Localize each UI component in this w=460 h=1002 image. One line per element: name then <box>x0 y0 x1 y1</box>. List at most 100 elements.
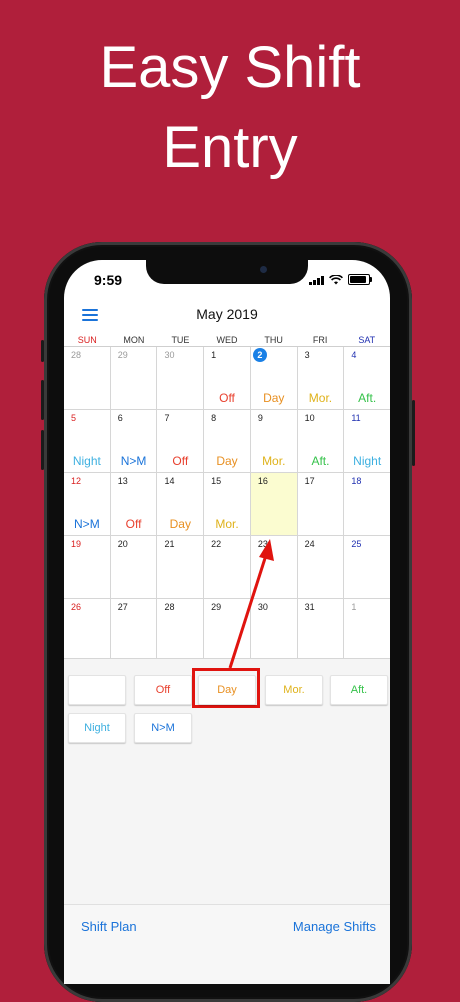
day-number: 24 <box>304 539 315 549</box>
calendar-day-cell[interactable]: 1 Off <box>204 347 251 409</box>
headline-line-1: Easy Shift <box>99 35 361 100</box>
shift-button[interactable] <box>68 675 126 705</box>
shift-label: Mor. <box>215 517 239 531</box>
weekday-label: SAT <box>358 335 376 345</box>
shift-plan-link[interactable]: Shift Plan <box>81 919 137 934</box>
day-number: 28 <box>164 602 175 612</box>
calendar-day-cell[interactable]: 11 Night <box>344 410 390 472</box>
calendar-day-cell[interactable]: 20 <box>111 536 158 598</box>
day-number: 10 <box>304 413 315 423</box>
day-number: 1 <box>351 602 357 612</box>
shift-button[interactable]: Aft. <box>330 675 388 705</box>
phone-notch <box>146 260 308 284</box>
calendar-day-cell[interactable]: 14 Day <box>157 473 205 535</box>
shift-button[interactable]: N>M <box>134 713 192 743</box>
calendar-day-cell[interactable]: 13 Off <box>111 473 158 535</box>
calendar-day-cell[interactable]: 9 Mor. <box>251 410 298 472</box>
cellular-signal-icon <box>309 275 324 285</box>
day-number: 17 <box>304 476 315 486</box>
shift-label: Aft. <box>358 391 377 405</box>
phone-volume-up-button <box>41 380 44 420</box>
phone-side-button <box>41 340 44 362</box>
calendar-day-cell[interactable]: 29 <box>204 599 251 661</box>
day-number: 1 <box>211 350 217 360</box>
shift-label: Mor. <box>308 391 333 405</box>
day-number: 22 <box>211 539 222 549</box>
calendar-day-cell[interactable]: 31 <box>298 599 345 661</box>
calendar-day-cell[interactable]: 23 <box>251 536 298 598</box>
calendar-week-row: 19 20 21 22 23 24 25 <box>64 536 390 599</box>
day-number: 25 <box>351 539 362 549</box>
calendar-day-cell[interactable]: 25 <box>344 536 390 598</box>
calendar-day-cell[interactable]: 22 <box>204 536 251 598</box>
month-title: May 2019 <box>196 306 258 322</box>
calendar-week-row: 12 N>M 13 Off 14 Day 15 Mor. 16 17 18 <box>64 473 390 536</box>
weekday-label: TUE <box>171 335 190 345</box>
day-number: 3 <box>304 350 310 360</box>
shift-label: Off <box>219 391 235 405</box>
shift-label: Off <box>172 454 189 468</box>
shift-button[interactable]: Mor. <box>265 675 323 705</box>
shift-label: Night <box>353 454 382 468</box>
calendar-day-cell[interactable]: 28 <box>157 599 205 661</box>
shift-label: N>M <box>120 454 147 468</box>
day-number: 27 <box>117 602 128 612</box>
shift-label: Mor. <box>262 454 286 468</box>
calendar-day-cell[interactable]: 19 <box>64 536 111 598</box>
calendar-day-cell[interactable]: 5 Night <box>64 410 111 472</box>
day-number: 15 <box>211 476 222 486</box>
weekday-label: FRI <box>312 335 328 345</box>
shift-button[interactable]: Off <box>134 675 192 705</box>
calendar-day-cell[interactable]: 16 <box>250 473 298 535</box>
calendar-day-cell[interactable]: 29 <box>111 347 158 409</box>
day-number: 16 <box>257 476 268 486</box>
calendar-grid: 28 29 30 1 Off 2 Day 3 Mor. 4 Aft. 5 Night 6 N>M 7 Off 8 D… <box>64 347 390 662</box>
calendar-day-cell[interactable]: 27 <box>111 599 158 661</box>
day-number: 21 <box>164 539 175 549</box>
shift-palette: Off Day Mor. Aft. Night N>M <box>64 658 390 905</box>
calendar-week-row: 5 Night 6 N>M 7 Off 8 Day 9 Mor. 10 Aft. 11 Night <box>64 410 390 473</box>
bottom-toolbar: Shift Plan Manage Shifts <box>64 904 390 984</box>
weekday-label: SUN <box>77 335 97 345</box>
calendar-day-cell[interactable]: 6 N>M <box>111 410 158 472</box>
day-number: 11 <box>351 413 361 423</box>
day-number: 30 <box>257 602 268 612</box>
day-number: 9 <box>257 413 263 423</box>
shift-button[interactable]: Night <box>68 713 126 743</box>
day-number: 7 <box>164 413 170 423</box>
calendar-day-cell[interactable]: 28 <box>64 347 111 409</box>
calendar-day-cell[interactable]: 30 <box>251 599 298 661</box>
calendar-day-cell[interactable]: 15 Mor. <box>204 473 251 535</box>
calendar-day-cell[interactable]: 3 Mor. <box>298 347 345 409</box>
day-number: 29 <box>117 350 128 360</box>
calendar-day-cell[interactable]: 30 <box>157 347 205 409</box>
calendar-day-cell[interactable]: 4 Aft. <box>344 347 390 409</box>
battery-icon <box>348 274 372 285</box>
calendar-day-cell[interactable]: 7 Off <box>157 410 205 472</box>
phone-volume-down-button <box>41 430 44 470</box>
status-icons <box>309 274 372 285</box>
calendar-day-cell[interactable]: 21 <box>157 536 205 598</box>
calendar-day-cell[interactable]: 10 Aft. <box>298 410 345 472</box>
day-number: 19 <box>71 539 82 549</box>
shift-label: Night <box>72 454 101 468</box>
shift-label: Day <box>263 391 285 405</box>
shift-button[interactable]: Day <box>198 675 256 705</box>
calendar-day-cell[interactable]: 26 <box>64 599 111 661</box>
calendar-day-cell[interactable]: 12 N>M <box>64 473 111 535</box>
calendar-day-cell[interactable]: 17 <box>298 473 345 535</box>
day-number: 18 <box>351 476 362 486</box>
day-number: 28 <box>71 350 82 360</box>
calendar-day-cell[interactable]: 1 <box>344 599 390 661</box>
calendar-day-cell[interactable]: 24 <box>298 536 345 598</box>
headline: Easy Shift Entry <box>0 28 460 188</box>
manage-shifts-link[interactable]: Manage Shifts <box>293 919 376 934</box>
calendar-day-cell[interactable]: 18 <box>344 473 390 535</box>
day-number: 31 <box>304 602 315 612</box>
wifi-icon <box>329 274 343 284</box>
calendar-week-row: 28 29 30 1 Off 2 Day 3 Mor. 4 Aft. <box>64 347 390 410</box>
day-number: 2 <box>252 348 267 362</box>
calendar-day-cell[interactable]: 8 Day <box>204 410 251 472</box>
calendar-day-cell[interactable]: 2 Day <box>251 347 298 409</box>
day-number: 13 <box>117 476 128 486</box>
